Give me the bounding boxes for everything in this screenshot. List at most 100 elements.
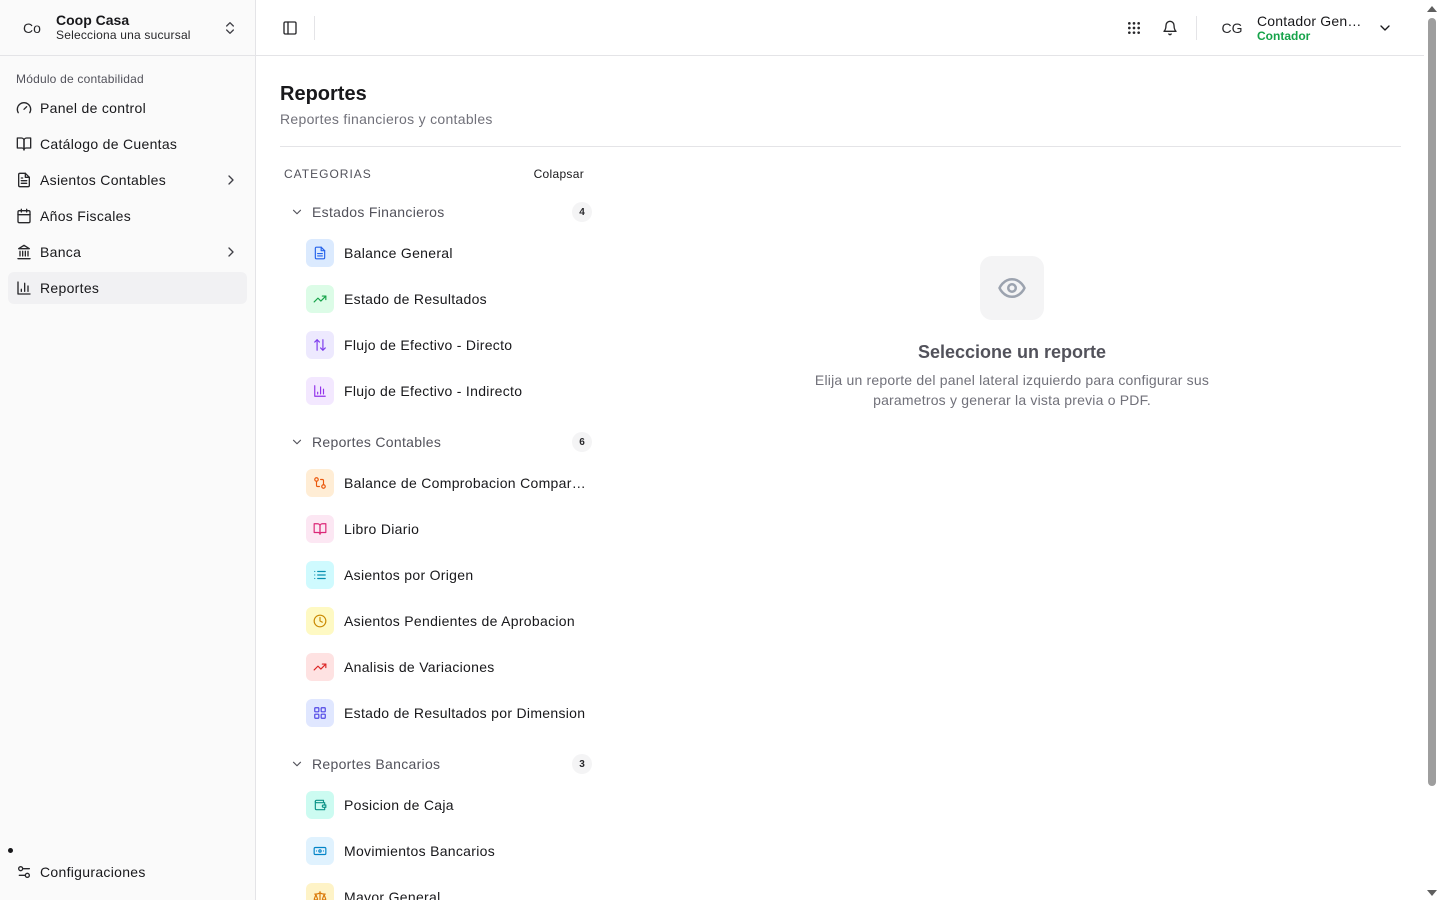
- sidebar-item-label: Reportes: [40, 280, 100, 296]
- sidebar-item-asientos-contables[interactable]: Asientos Contables: [8, 164, 247, 196]
- landmark-icon: [16, 244, 32, 260]
- chevron-down-icon: [290, 757, 304, 771]
- report-item[interactable]: Libro Diario: [280, 506, 592, 552]
- category-group-name: Reportes Bancarios: [312, 756, 441, 772]
- scrollbar-thumb[interactable]: [1428, 18, 1436, 786]
- category-group-items: Posicion de Caja Movimientos Bancarios May…: [280, 782, 592, 900]
- report-item-label: Estado de Resultados por Dimension: [344, 705, 586, 721]
- report-item-label: Balance General: [344, 245, 453, 261]
- chevron-down-icon: [290, 435, 304, 449]
- empty-state: Seleccione un reporte Elija un reporte d…: [800, 256, 1224, 410]
- sidebar-item-label: Banca: [40, 244, 82, 260]
- banknote-icon: [306, 837, 334, 865]
- report-item[interactable]: Flujo de Efectivo - Directo: [280, 322, 592, 368]
- page-title: Reportes: [280, 83, 367, 105]
- eye-icon: [980, 256, 1044, 320]
- gauge-icon: [16, 100, 32, 116]
- report-item[interactable]: Mayor General: [280, 874, 592, 900]
- empty-state-title: Seleccione un reporte: [917, 342, 1107, 362]
- file-text-icon: [306, 239, 334, 267]
- bar-chart-icon: [306, 377, 334, 405]
- sidebar-item-configuraciones[interactable]: Configuraciones: [8, 856, 248, 888]
- categories-header: CATEGORIAS Colapsar: [280, 164, 592, 184]
- book-open-icon: [16, 136, 32, 152]
- category-group-name: Reportes Contables: [312, 434, 442, 450]
- clock-icon: [306, 607, 334, 635]
- sidebar-item-label: Configuraciones: [40, 864, 146, 880]
- org-text: Coop Casa Selecciona una sucursal: [56, 12, 219, 43]
- sidebar-item-reportes[interactable]: Reportes: [8, 272, 247, 304]
- user-role: Contador: [1257, 29, 1311, 43]
- report-item[interactable]: Flujo de Efectivo - Indirecto: [280, 368, 592, 414]
- topbar: CG Contador General Contador: [256, 0, 1424, 56]
- divider: [1196, 16, 1197, 40]
- sidebar-item-label: Panel de control: [40, 100, 146, 116]
- org-switcher[interactable]: Co Coop Casa Selecciona una sucursal: [0, 0, 255, 56]
- category-group-name: Estados Financieros: [312, 204, 445, 220]
- scroll-down-arrow[interactable]: [1427, 890, 1437, 896]
- category-group-header[interactable]: Estados Financieros 4: [280, 200, 592, 224]
- chevrons-up-down-icon[interactable]: [219, 17, 241, 39]
- arrow-up-down-icon: [306, 331, 334, 359]
- sidebar: Co Coop Casa Selecciona una sucursal Mód…: [0, 0, 256, 900]
- report-item-label: Flujo de Efectivo - Indirecto: [344, 383, 523, 399]
- main-content: Reportes Reportes financieros y contable…: [280, 56, 1401, 900]
- list-icon: [306, 561, 334, 589]
- sidebar-item-panel-de-control[interactable]: Panel de control: [8, 92, 247, 124]
- nav-section-label: Módulo de contabilidad: [16, 72, 144, 86]
- report-item[interactable]: Balance de Comprobacion Comparativo: [280, 460, 592, 506]
- category-group-items: Balance General Estado de Resultados Flujo…: [280, 230, 592, 414]
- report-item[interactable]: Analisis de Variaciones: [280, 644, 592, 690]
- empty-state-text: Elija un reporte del panel lateral izqui…: [814, 372, 1210, 408]
- branch-selector-label: Selecciona una sucursal: [56, 28, 191, 42]
- sidebar-toggle-icon[interactable]: [278, 16, 302, 40]
- report-item-label: Analisis de Variaciones: [344, 659, 495, 675]
- bar-chart-icon: [16, 280, 32, 296]
- report-item[interactable]: Estado de Resultados: [280, 276, 592, 322]
- scale-icon: [306, 883, 334, 900]
- category-group-header[interactable]: Reportes Contables 6: [280, 430, 592, 454]
- book-open-icon: [306, 515, 334, 543]
- chevron-down-icon: [1377, 20, 1393, 36]
- sidebar-item-catalogo-de-cuentas[interactable]: Catálogo de Cuentas: [8, 128, 247, 160]
- divider: [314, 16, 315, 40]
- report-item[interactable]: Estado de Resultados por Dimension: [280, 690, 592, 736]
- report-item-label: Libro Diario: [344, 521, 420, 537]
- categories-title: CATEGORIAS: [284, 167, 372, 181]
- sidebar-item-anos-fiscales[interactable]: Años Fiscales: [8, 200, 247, 232]
- wallet-icon: [306, 791, 334, 819]
- report-item[interactable]: Asientos Pendientes de Aprobacion: [280, 598, 592, 644]
- sidebar-item-label: Catálogo de Cuentas: [40, 136, 178, 152]
- status-dot: [8, 848, 13, 853]
- category-group-header[interactable]: Reportes Bancarios 3: [280, 752, 592, 776]
- bell-icon[interactable]: [1158, 16, 1182, 40]
- report-item-label: Posicion de Caja: [344, 797, 454, 813]
- user-name: Contador General: [1257, 13, 1369, 29]
- collapse-button[interactable]: Colapsar: [534, 167, 584, 181]
- scroll-up-arrow[interactable]: [1427, 6, 1437, 12]
- category-groups: Estados Financieros 4 Balance General Estad…: [280, 200, 592, 900]
- report-item-label: Asientos Pendientes de Aprobacion: [344, 613, 575, 629]
- org-name: Coop Casa: [56, 12, 130, 28]
- report-item-label: Movimientos Bancarios: [344, 843, 496, 859]
- sidebar-item-label: Asientos Contables: [40, 172, 167, 188]
- avatar: CG: [1221, 20, 1243, 36]
- user-menu[interactable]: CG Contador General Contador: [1216, 10, 1393, 46]
- report-item[interactable]: Movimientos Bancarios: [280, 828, 592, 874]
- report-item-label: Estado de Resultados: [344, 291, 487, 307]
- report-categories: CATEGORIAS Colapsar Estados Financieros 4…: [280, 164, 592, 900]
- report-item[interactable]: Asientos por Origen: [280, 552, 592, 598]
- org-avatar: Co: [23, 19, 41, 36]
- chevron-right-icon: [223, 244, 239, 260]
- sidebar-item-label: Años Fiscales: [40, 208, 132, 224]
- apps-grid-icon[interactable]: [1122, 16, 1146, 40]
- category-group-items: Balance de Comprobacion Comparativo Libro…: [280, 460, 592, 736]
- user-text: Contador General Contador: [1257, 13, 1369, 43]
- scrollbar[interactable]: [1424, 0, 1440, 900]
- category-count-badge: 6: [572, 432, 592, 452]
- report-item-label: Balance de Comprobacion Comparativo: [344, 475, 590, 491]
- report-item[interactable]: Balance General: [280, 230, 592, 276]
- report-item[interactable]: Posicion de Caja: [280, 782, 592, 828]
- sidebar-item-banca[interactable]: Banca: [8, 236, 247, 268]
- page-subtitle: Reportes financieros y contables: [280, 111, 493, 127]
